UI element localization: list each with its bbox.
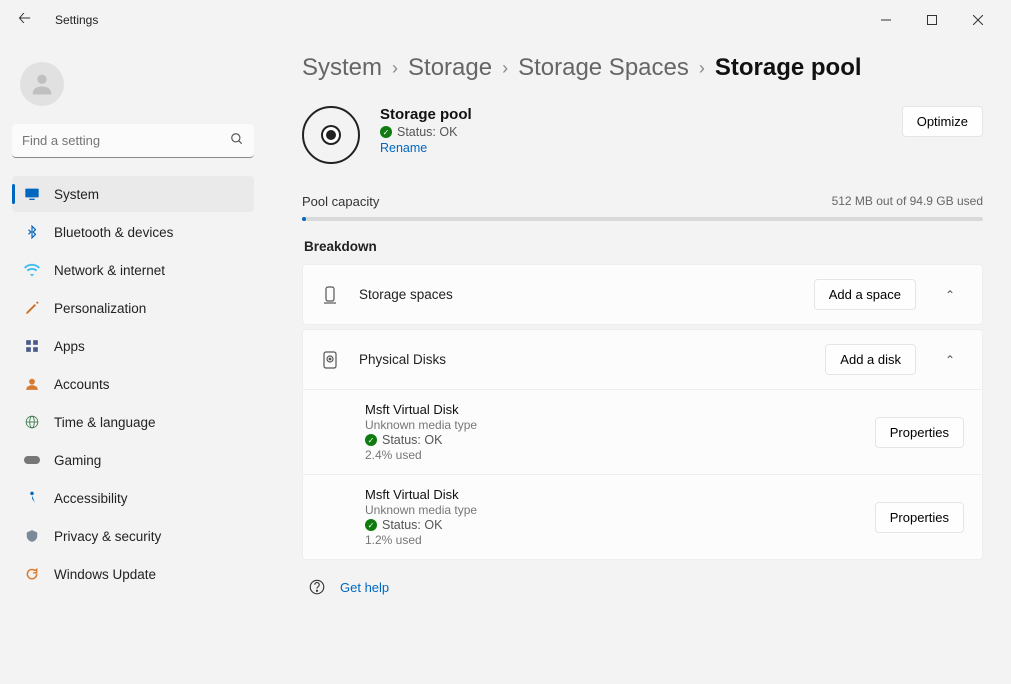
breadcrumb-storage-spaces[interactable]: Storage Spaces bbox=[518, 54, 689, 82]
add-space-button[interactable]: Add a space bbox=[814, 279, 916, 310]
chevron-right-icon: › bbox=[502, 58, 508, 79]
status-text: Status: OK bbox=[397, 125, 457, 139]
capacity-label: Pool capacity bbox=[302, 194, 379, 209]
status-ok-icon: ✓ bbox=[380, 126, 392, 138]
privacy-security-icon bbox=[24, 528, 40, 544]
disk-used: 2.4% used bbox=[365, 448, 861, 462]
disk-row: Msft Virtual Disk Unknown media type ✓ St… bbox=[303, 389, 982, 474]
capacity-usage: 512 MB out of 94.9 GB used bbox=[832, 194, 983, 209]
sidebar-item-label: Gaming bbox=[54, 453, 101, 468]
sidebar-item-bluetooth-devices[interactable]: Bluetooth & devices bbox=[12, 214, 254, 250]
network-internet-icon bbox=[24, 262, 40, 278]
storage-spaces-title: Storage spaces bbox=[359, 287, 794, 302]
status-line: ✓ Status: OK bbox=[380, 125, 472, 139]
storage-pool-icon bbox=[302, 106, 360, 164]
disk-row: Msft Virtual Disk Unknown media type ✓ St… bbox=[303, 474, 982, 559]
physical-disks-icon bbox=[321, 351, 339, 369]
sidebar-item-label: System bbox=[54, 187, 99, 202]
sidebar-item-label: Privacy & security bbox=[54, 529, 161, 544]
add-disk-button[interactable]: Add a disk bbox=[825, 344, 916, 375]
search-icon bbox=[230, 132, 244, 151]
gaming-icon bbox=[24, 452, 40, 468]
breadcrumb: System › Storage › Storage Spaces › Stor… bbox=[302, 54, 983, 82]
rename-link[interactable]: Rename bbox=[380, 141, 427, 155]
sidebar: System Bluetooth & devices Network & inter… bbox=[0, 40, 266, 684]
sidebar-item-label: Windows Update bbox=[54, 567, 156, 582]
chevron-right-icon: › bbox=[392, 58, 398, 79]
page-title: Storage pool bbox=[380, 106, 472, 123]
titlebar: 🡠 Settings bbox=[0, 0, 1011, 40]
sidebar-item-label: Time & language bbox=[54, 415, 156, 430]
storage-spaces-icon bbox=[321, 286, 339, 304]
status-ok-icon: ✓ bbox=[365, 519, 377, 531]
sidebar-item-privacy-security[interactable]: Privacy & security bbox=[12, 518, 254, 554]
optimize-button[interactable]: Optimize bbox=[902, 106, 983, 137]
disk-media: Unknown media type bbox=[365, 503, 861, 517]
breadcrumb-system[interactable]: System bbox=[302, 54, 382, 82]
sidebar-item-system[interactable]: System bbox=[12, 176, 254, 212]
main-content: System › Storage › Storage Spaces › Stor… bbox=[266, 40, 1011, 684]
app-title: Settings bbox=[55, 13, 98, 27]
chevron-right-icon: › bbox=[699, 58, 705, 79]
breakdown-label: Breakdown bbox=[304, 239, 983, 254]
back-button[interactable]: 🡠 bbox=[10, 3, 39, 38]
sidebar-item-label: Personalization bbox=[54, 301, 146, 316]
disk-used: 1.2% used bbox=[365, 533, 861, 547]
accounts-icon bbox=[24, 376, 40, 392]
sidebar-item-personalization[interactable]: Personalization bbox=[12, 290, 254, 326]
sidebar-item-accounts[interactable]: Accounts bbox=[12, 366, 254, 402]
minimize-button[interactable] bbox=[863, 4, 909, 36]
pool-capacity: Pool capacity 512 MB out of 94.9 GB used bbox=[302, 194, 983, 221]
sidebar-item-label: Apps bbox=[54, 339, 85, 354]
personalization-icon bbox=[24, 300, 40, 316]
breadcrumb-storage[interactable]: Storage bbox=[408, 54, 492, 82]
disk-status: Status: OK bbox=[382, 433, 442, 447]
physical-disks-title: Physical Disks bbox=[359, 352, 805, 367]
search-input[interactable] bbox=[12, 124, 254, 158]
status-ok-icon: ✓ bbox=[365, 434, 377, 446]
breadcrumb-current: Storage pool bbox=[715, 54, 862, 82]
time-language-icon bbox=[24, 414, 40, 430]
accessibility-icon bbox=[24, 490, 40, 506]
disk-status: Status: OK bbox=[382, 518, 442, 532]
disk-properties-button[interactable]: Properties bbox=[875, 417, 964, 448]
sidebar-item-time-language[interactable]: Time & language bbox=[12, 404, 254, 440]
windows-update-icon bbox=[24, 566, 40, 582]
storage-spaces-panel: Storage spaces Add a space ⌃ bbox=[302, 264, 983, 325]
close-button[interactable] bbox=[955, 4, 1001, 36]
physical-disks-panel: Physical Disks Add a disk ⌃ Msft Virtual… bbox=[302, 329, 983, 560]
sidebar-item-network-internet[interactable]: Network & internet bbox=[12, 252, 254, 288]
sidebar-item-gaming[interactable]: Gaming bbox=[12, 442, 254, 478]
sidebar-item-windows-update[interactable]: Windows Update bbox=[12, 556, 254, 592]
disk-media: Unknown media type bbox=[365, 418, 861, 432]
disk-properties-button[interactable]: Properties bbox=[875, 502, 964, 533]
get-help-link[interactable]: Get help bbox=[340, 580, 389, 595]
maximize-button[interactable] bbox=[909, 4, 955, 36]
system-icon bbox=[24, 186, 40, 202]
disk-name: Msft Virtual Disk bbox=[365, 487, 861, 502]
sidebar-item-label: Accounts bbox=[54, 377, 110, 392]
sidebar-item-accessibility[interactable]: Accessibility bbox=[12, 480, 254, 516]
help-icon bbox=[308, 578, 326, 596]
avatar[interactable] bbox=[20, 62, 64, 106]
sidebar-item-label: Bluetooth & devices bbox=[54, 225, 173, 240]
disk-name: Msft Virtual Disk bbox=[365, 402, 861, 417]
bluetooth-devices-icon bbox=[24, 224, 40, 240]
sidebar-item-label: Network & internet bbox=[54, 263, 165, 278]
chevron-up-icon[interactable]: ⌃ bbox=[936, 353, 964, 367]
apps-icon bbox=[24, 338, 40, 354]
sidebar-item-apps[interactable]: Apps bbox=[12, 328, 254, 364]
capacity-progress bbox=[302, 217, 983, 221]
sidebar-item-label: Accessibility bbox=[54, 491, 128, 506]
search-box[interactable] bbox=[12, 124, 254, 158]
chevron-up-icon[interactable]: ⌃ bbox=[936, 288, 964, 302]
